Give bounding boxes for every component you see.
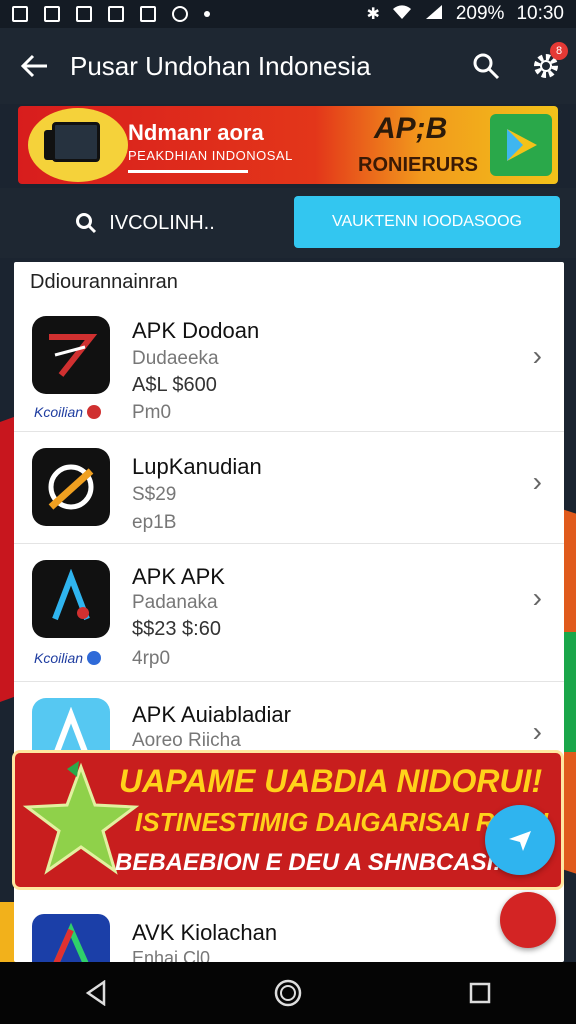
app-icon bbox=[32, 560, 110, 638]
app-tag-label: Kcoilian bbox=[34, 650, 84, 666]
notification-icon bbox=[172, 6, 188, 22]
app-developer: Padanaka bbox=[132, 592, 218, 613]
app-tag: Kcoilian bbox=[34, 404, 102, 420]
recents-square-icon bbox=[469, 982, 491, 1004]
clock: 10:30 bbox=[516, 3, 564, 24]
banner-apk-text: AP;B bbox=[374, 112, 448, 145]
settings-button[interactable]: 8 bbox=[516, 28, 576, 104]
banner-apk-subtext: RONIERURS bbox=[358, 154, 479, 176]
notification-icon bbox=[44, 6, 60, 22]
app-size: Pm0 bbox=[132, 402, 172, 423]
notification-icon bbox=[76, 6, 92, 22]
app-developer: S$29 bbox=[132, 484, 177, 505]
promo-banner[interactable]: Ndmanr aora PEAKDHIAN INDONOSAL AP;B RON… bbox=[18, 106, 558, 184]
nav-back-button[interactable] bbox=[66, 963, 126, 1023]
tag-dot-icon bbox=[87, 405, 102, 419]
notification-icon bbox=[12, 6, 28, 22]
battery-level: 209% bbox=[455, 3, 505, 24]
app-price: $$23 $:60 bbox=[132, 618, 221, 640]
bluetooth-icon: ✱ bbox=[366, 6, 380, 23]
banner-title: Ndmanr aora bbox=[128, 120, 264, 145]
banner-divider bbox=[128, 170, 248, 173]
search-button[interactable] bbox=[456, 28, 516, 104]
floating-action-button[interactable] bbox=[500, 892, 556, 948]
chevron-right-icon: › bbox=[532, 716, 542, 747]
tab-bar: IVCOLINH.. VAUKTENN IOODASOOG bbox=[0, 188, 576, 258]
play-store-icon bbox=[490, 114, 552, 176]
app-developer: Dudaeeka bbox=[132, 348, 219, 369]
chevron-right-icon: › bbox=[532, 340, 542, 371]
app-icon bbox=[32, 914, 110, 966]
app-icon bbox=[32, 448, 110, 526]
device-illustration bbox=[28, 108, 128, 182]
wifi-icon bbox=[392, 4, 412, 25]
chevron-right-icon: › bbox=[532, 582, 542, 613]
tab-downloads-label: VAUKTENN IOODASOOG bbox=[332, 213, 522, 230]
list-item[interactable]: APK Dodoan Dudaeeka A$L $600 Pm0 Kcoilia… bbox=[14, 302, 564, 432]
tab-search[interactable]: IVCOLINH.. bbox=[0, 188, 290, 258]
nav-home-button[interactable] bbox=[258, 963, 318, 1023]
notification-icons bbox=[12, 6, 210, 22]
list-item[interactable]: APK APK Padanaka $$23 $:60 4rp0 Kcoilian… bbox=[14, 544, 564, 682]
system-nav-bar bbox=[0, 962, 576, 1024]
app-name: APK APK bbox=[132, 564, 225, 589]
notification-icon bbox=[140, 6, 156, 22]
tab-downloads[interactable]: VAUKTENN IOODASOOG bbox=[294, 196, 560, 248]
tab-search-label: IVCOLINH.. bbox=[109, 211, 215, 234]
back-triangle-icon bbox=[85, 980, 106, 1006]
app-tag-label: Kcoilian bbox=[34, 404, 84, 420]
list-header: Ddiourannainran bbox=[30, 270, 178, 293]
search-icon bbox=[473, 53, 500, 80]
status-bar: ✱ 209% 10:30 bbox=[0, 0, 576, 28]
list-item[interactable]: LupKanudian S$29 ep1B › bbox=[14, 432, 564, 544]
app-name: APK Auiabladiar bbox=[132, 702, 291, 727]
arrow-left-icon bbox=[21, 54, 47, 78]
app-name: LupKanudian bbox=[132, 454, 262, 479]
banner-subtitle: PEAKDHIAN INDONOSAL bbox=[128, 148, 293, 163]
page-title: Pusar Undohan Indonesia bbox=[70, 50, 371, 81]
app-name: APK Dodoan bbox=[132, 318, 260, 343]
home-circle-icon bbox=[274, 979, 302, 1007]
app-developer: Aoreo Riicha bbox=[132, 730, 241, 751]
signal-icon bbox=[424, 4, 444, 25]
tag-dot-icon bbox=[87, 651, 102, 665]
promo-overlay[interactable]: UAPAME UABDIA NIDORUI! ISTINESTIMIG DAIG… bbox=[12, 750, 564, 890]
chevron-right-icon: › bbox=[532, 466, 542, 497]
app-bar: Pusar Undohan Indonesia 8 bbox=[0, 28, 576, 104]
promo-headline: UAPAME UABDIA NIDORUI! bbox=[119, 763, 543, 799]
app-price: A$L $600 bbox=[132, 374, 217, 396]
notification-badge: 8 bbox=[550, 42, 568, 60]
back-button[interactable] bbox=[0, 28, 70, 104]
more-notifications-icon bbox=[204, 11, 210, 17]
app-name: AVK Kiolachan bbox=[132, 920, 278, 945]
nav-recents-button[interactable] bbox=[450, 963, 510, 1023]
send-icon bbox=[509, 831, 531, 851]
app-tag: Kcoilian bbox=[34, 650, 102, 666]
notification-icon bbox=[108, 6, 124, 22]
app-size: ep1B bbox=[132, 512, 177, 533]
promo-tagline: BEBAEBION E DEU A SHNBCASI!" bbox=[115, 849, 513, 876]
app-icon bbox=[32, 316, 110, 394]
search-icon bbox=[76, 213, 97, 234]
app-size: 4rp0 bbox=[132, 648, 171, 669]
send-button[interactable] bbox=[485, 805, 555, 875]
